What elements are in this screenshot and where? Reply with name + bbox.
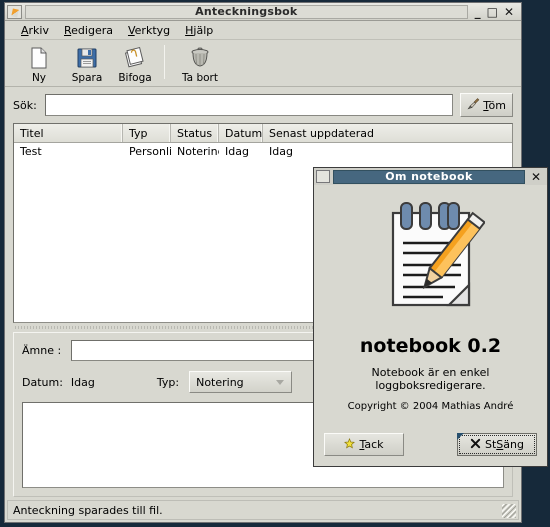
toolbar: Ny Spara Bifoga Ta bort [5, 40, 521, 87]
subject-label: Ämne : [22, 343, 62, 357]
menu-hjalp-label: jälp [193, 23, 214, 37]
column-header-datum[interactable]: Datum [219, 124, 263, 142]
clear-search-label: Töm [483, 99, 506, 112]
main-title-container: Anteckningsbok [25, 4, 468, 19]
menu-verktyg-mnemonic: V [127, 23, 135, 37]
toolbar-delete-button[interactable]: Ta bort [172, 43, 228, 84]
search-row: Sök: Töm [5, 87, 521, 123]
notes-list-header: Titel Typ Status Datum Senast uppdaterad [14, 124, 512, 143]
chevron-down-icon [276, 380, 285, 385]
app-description: Notebook är en enkel loggboksredigerare. [371, 366, 490, 392]
toolbar-separator [164, 45, 165, 79]
about-dialog-title: Om notebook [385, 169, 473, 183]
clear-search-button[interactable]: Töm [460, 93, 513, 117]
menu-verktyg[interactable]: Verktyg [121, 22, 178, 39]
toolbar-delete-label: Ta bort [182, 72, 218, 84]
floppy-disk-icon [75, 46, 99, 70]
table-row[interactable]: Test Personlig Notering Idag Idag [14, 143, 512, 160]
statusbar: Anteckning sparades till fil. [7, 500, 519, 520]
menubar: Arkiv Redigera Verktyg Hjälp [5, 21, 521, 40]
window-controls: _ □ ✕ [468, 6, 519, 18]
type-dropdown[interactable]: Notering [189, 371, 293, 393]
cell-typ: Personlig [129, 145, 171, 158]
clear-rest: öm [488, 98, 506, 112]
status-text: Anteckning sparades till fil. [13, 503, 163, 517]
main-titlebar[interactable]: Anteckningsbok _ □ ✕ [5, 3, 521, 21]
about-title-container: Om notebook [333, 169, 525, 184]
app-copyright: Copyright © 2004 Mathias André [347, 401, 514, 412]
cell-datum: Idag [225, 145, 249, 158]
credits-rest: ack [364, 438, 384, 451]
column-header-status[interactable]: Status [171, 124, 219, 142]
type-label: Typ: [156, 375, 180, 389]
about-dialog-titlebar[interactable]: Om notebook ✕ [314, 168, 547, 185]
app-name: notebook 0.2 [359, 335, 502, 357]
about-dialog-buttons: Tack StSäng [314, 433, 547, 466]
star-icon [344, 437, 356, 452]
column-header-senast-uppdaterad[interactable]: Senast uppdaterad [263, 124, 512, 142]
close-dialog-button[interactable]: StSäng [457, 433, 537, 456]
date-value: Idag [70, 375, 95, 389]
menu-arkiv-label: rkiv [28, 23, 49, 37]
trash-can-icon [188, 46, 212, 70]
toolbar-attach-button[interactable]: Bifoga [111, 43, 159, 84]
menu-arkiv-mnemonic: A [21, 23, 29, 37]
search-input[interactable] [44, 94, 454, 116]
minimize-button[interactable]: _ [475, 6, 481, 18]
menu-hjalp[interactable]: Hjälp [178, 22, 221, 39]
menu-redigera-label: edigera [71, 23, 113, 37]
type-dropdown-value: Notering [196, 375, 244, 389]
menu-redigera[interactable]: Redigera [57, 22, 121, 39]
notepad-pencil-icon [377, 199, 486, 321]
toolbar-new-button[interactable]: Ny [15, 43, 63, 84]
broom-icon [467, 97, 480, 113]
credits-button-label: Tack [359, 438, 383, 451]
column-header-typ[interactable]: Typ [123, 124, 171, 142]
close-button[interactable]: ✕ [504, 6, 514, 18]
column-header-titel[interactable]: Titel [14, 124, 123, 142]
toolbar-save-label: Spara [71, 72, 103, 84]
menu-arkiv[interactable]: Arkiv [14, 22, 57, 39]
new-document-icon [27, 46, 51, 70]
date-label: Datum: [22, 375, 63, 389]
resize-grip[interactable] [502, 504, 516, 518]
search-label: Sök: [13, 98, 37, 112]
about-close-icon[interactable]: ✕ [525, 171, 545, 183]
about-dialog-body: notebook 0.2 Notebook är en enkel loggbo… [314, 185, 547, 433]
close-dialog-label: StSäng [485, 438, 524, 451]
about-dialog: Om notebook ✕ notebook 0.2 Notebook är e… [313, 167, 548, 467]
close-rest: äng [503, 438, 524, 451]
window-menu-icon[interactable] [316, 170, 330, 183]
attach-notes-icon [123, 46, 147, 70]
x-icon [470, 438, 481, 452]
cell-senast: Idag [269, 145, 293, 158]
page-title: Anteckningsbok [195, 4, 298, 18]
notebook-pencil-icon [7, 4, 22, 19]
toolbar-save-button[interactable]: Spara [63, 43, 111, 84]
maximize-button[interactable]: □ [487, 6, 498, 18]
close-button-wrapper: StSäng [457, 433, 537, 456]
cell-titel: Test [20, 145, 42, 158]
toolbar-new-label: Ny [31, 72, 47, 84]
cell-status: Notering [177, 145, 219, 158]
close-pre: St [485, 438, 497, 451]
toolbar-attach-label: Bifoga [118, 72, 152, 84]
credits-button[interactable]: Tack [324, 433, 404, 456]
menu-verktyg-label: erktyg [134, 23, 171, 37]
